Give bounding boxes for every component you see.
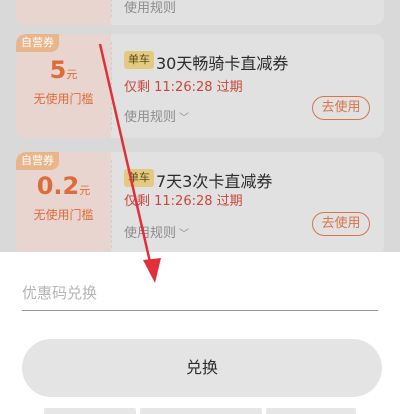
biz-type-badge: 单车: [124, 51, 154, 69]
coupon-divider: [111, 0, 112, 17]
coupon-rules-toggle[interactable]: 使用规则 ﹀: [124, 222, 189, 241]
bottom-tab-edge: [266, 408, 356, 414]
coupon-rules-toggle[interactable]: 使用规则 ﹀: [124, 106, 189, 125]
coupon-title: 7天3次卡直减券: [156, 172, 273, 191]
rules-label: 使用规则: [124, 110, 177, 125]
coupon-amount-value: 5: [49, 56, 67, 84]
bottom-tab-edge: [140, 408, 262, 414]
redeem-button[interactable]: 兑换: [22, 339, 382, 397]
coupon-threshold: 无使用门槛: [33, 92, 94, 106]
rules-label: 使用规则: [124, 226, 177, 241]
coupon-title: 30天畅骑卡直减券: [156, 54, 289, 73]
biz-type-badge: 单车: [124, 169, 154, 187]
promo-code-input[interactable]: [22, 276, 378, 311]
coupon-card: 自营券 5元 无使用门槛 单车 30天畅骑卡直减券 仅剩 11:26:28 过期…: [16, 34, 384, 138]
coupon-rules[interactable]: 使用规则: [124, 0, 176, 16]
coupon-divider: [111, 160, 112, 248]
coupon-expire-countdown: 仅剩 11:26:28 过期: [124, 80, 243, 95]
coupon-expire-countdown: 仅剩 11:26:28 过期: [124, 194, 243, 209]
chevron-down-icon: ﹀: [179, 229, 190, 240]
coupon-divider: [111, 42, 112, 130]
self-operated-tag: 自营券: [16, 34, 59, 52]
coupon-amount: 0.2元: [16, 172, 111, 200]
redeem-code-sheet: 兑换: [0, 252, 400, 414]
chevron-down-icon: ﹀: [179, 113, 190, 124]
rules-label: 使用规则: [124, 1, 177, 16]
coupon-list: 使用规则 自营券 5元 无使用门槛 单车 30天畅骑卡直减券 仅剩 11:26:…: [0, 0, 400, 252]
coupon-card: 自营券 0.2元 无使用门槛 单车 7天3次卡直减券 仅剩 11:26:28 过…: [16, 152, 384, 252]
use-coupon-button[interactable]: 去使用: [312, 212, 370, 236]
coupon-threshold: 无使用门槛: [33, 208, 94, 222]
bottom-tab-edge: [44, 408, 136, 414]
coupon-amount-unit: 元: [79, 184, 91, 197]
use-coupon-button[interactable]: 去使用: [312, 96, 370, 120]
coupon-amount-value: 0.2: [36, 172, 80, 200]
self-operated-tag: 自营券: [16, 152, 59, 170]
coupon-amount-unit: 元: [66, 68, 78, 81]
coupon-amount: 5元: [16, 56, 111, 84]
coupon-amount-panel: [16, 0, 111, 25]
coupon-card-partial: 使用规则: [16, 0, 384, 25]
